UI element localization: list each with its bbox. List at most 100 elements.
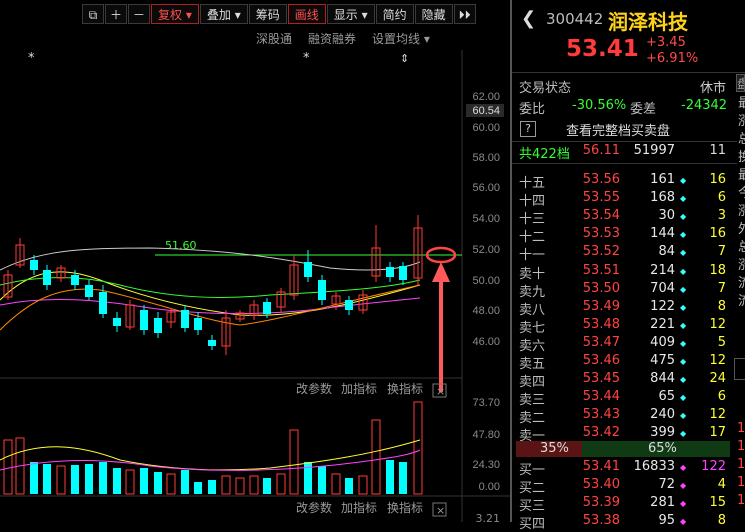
book-level-volume: 409 <box>650 334 675 350</box>
sell-ratio: 35% <box>540 441 569 456</box>
book-level-count: 4 <box>717 477 726 492</box>
kline-chart[interactable]: * * ⇕ 62.00 60.54 60.00 58.00 56.00 54.0… <box>0 0 510 522</box>
collapsed-panel-tab[interactable] <box>734 358 745 380</box>
weibi-value: -30.56% <box>572 98 627 113</box>
total-levels-price: 56.11 <box>582 143 620 158</box>
book-level-dot-icon: ◆ <box>680 429 687 439</box>
clipped-info-label: 换 <box>738 150 745 165</box>
volume-bars <box>3 401 423 495</box>
clipped-info-label: 流 <box>738 294 745 309</box>
clipped-info-label: 流 <box>738 276 745 291</box>
full-book-link[interactable]: 查看完整档买卖盘 <box>566 120 670 139</box>
book-level-price: 53.42 <box>582 425 620 441</box>
book-level-count: 12 <box>709 407 726 423</box>
ma-line-orange <box>0 284 421 331</box>
candles <box>3 215 423 355</box>
book-level-count: 7 <box>717 280 726 296</box>
candle-down <box>43 270 51 285</box>
y-tick: 48.00 <box>472 305 500 317</box>
divider <box>512 141 737 142</box>
book-level-label: 买二 <box>519 481 546 496</box>
ma-line-white <box>0 247 421 271</box>
book-level-dot-icon: ◆ <box>680 499 687 508</box>
book-level-volume: 844 <box>650 371 675 387</box>
candle-down <box>181 310 189 328</box>
book-level-dot-icon: ◆ <box>680 375 687 385</box>
ma-line-magenta <box>0 297 421 315</box>
book-level-count: 12 <box>709 353 726 368</box>
help-icon[interactable]: ? <box>520 121 536 137</box>
indicator-add: 加指标 <box>341 381 377 396</box>
book-level-volume: 168 <box>650 190 675 206</box>
candle-down <box>194 318 202 330</box>
book-level-volume: 399 <box>650 425 675 441</box>
book-level-volume: 65 <box>658 389 675 405</box>
bottom-y-tick: 3.21 <box>476 512 501 522</box>
y-tick: 62.00 <box>472 91 500 103</box>
ma-line-green <box>0 277 421 299</box>
book-level-price: 53.50 <box>582 280 620 296</box>
candle-down <box>318 280 326 300</box>
book-level-count: 3 <box>717 208 726 224</box>
clipped-info-label: 涨 <box>738 204 745 219</box>
book-level-label: 卖十 <box>519 266 546 282</box>
book-level-dot-icon: ◆ <box>680 357 687 366</box>
event-marker: ⇕ <box>400 52 409 65</box>
price-change: +3.45 <box>646 35 686 50</box>
candle-down <box>345 300 353 310</box>
book-level-count: 5 <box>717 334 726 350</box>
vol-y-tick: 0.00 <box>479 481 500 493</box>
bottom-add: 加指标 <box>341 500 377 515</box>
book-level-count: 18 <box>709 262 726 278</box>
indicator-switch: 换指标 <box>387 381 423 396</box>
book-level-count: 17 <box>709 425 726 441</box>
clipped-info-label: 外 <box>738 222 745 237</box>
total-levels-vol: 51997 <box>633 143 675 158</box>
book-level-price: 53.38 <box>582 513 620 528</box>
buy-ratio: 65% <box>648 441 677 456</box>
book-level-volume: 95 <box>658 513 675 528</box>
total-levels-label: 共422档 <box>519 147 570 162</box>
clipped-info-column: 最涨总换最今涨外总涨流流 <box>738 95 745 440</box>
book-level-label: 卖八 <box>519 302 546 318</box>
y-tick: 58.00 <box>472 152 500 164</box>
book-level-dot-icon: ◆ <box>680 266 687 276</box>
book-level-price: 53.49 <box>582 298 620 314</box>
book-level-count: 7 <box>717 244 726 260</box>
book-level-dot-icon: ◆ <box>680 302 687 312</box>
book-level-price: 53.39 <box>582 495 620 510</box>
book-level-dot-icon: ◆ <box>680 481 687 490</box>
expand-left-icon[interactable]: ❮ <box>521 8 536 29</box>
book-level-label: 卖五 <box>519 357 546 372</box>
book-level-price: 53.40 <box>582 477 620 492</box>
stock-name: 润泽科技 <box>608 10 688 34</box>
candle-down <box>304 262 312 277</box>
clipped-info-label: 总 <box>738 240 745 255</box>
stock-price: 53.41 <box>566 36 639 62</box>
clipped-info-label: 最 <box>738 96 745 111</box>
vol-y-tick: 47.80 <box>472 429 500 441</box>
book-level-volume: 240 <box>650 407 675 423</box>
book-level-count: 16 <box>709 172 726 187</box>
book-level-dot-icon: ◆ <box>680 338 687 348</box>
book-level-count: 12 <box>709 316 726 332</box>
y-tick: 52.00 <box>472 244 500 256</box>
book-level-price: 53.54 <box>582 208 620 224</box>
svg-text:×: × <box>436 504 445 517</box>
total-levels-chg: 11 <box>709 143 726 158</box>
indicator-edit-params: 改参数 <box>296 381 332 396</box>
book-level-volume: 72 <box>658 477 675 492</box>
book-level-label: 卖四 <box>519 375 546 391</box>
book-level-price: 53.51 <box>582 262 620 278</box>
trade-status-label: 交易状态 <box>519 81 572 96</box>
vol-y-tick: 73.70 <box>472 397 500 409</box>
svg-text:×: × <box>436 385 445 398</box>
book-level-volume: 475 <box>650 353 675 368</box>
book-level-label: 卖二 <box>519 411 546 427</box>
vol-ma-magenta <box>0 449 421 471</box>
book-level-volume: 281 <box>650 495 675 510</box>
side-tab[interactable]: 盘 <box>736 74 745 92</box>
book-level-count: 8 <box>717 513 726 528</box>
candle-down <box>263 302 271 314</box>
book-level-dot-icon: ◆ <box>680 320 687 330</box>
